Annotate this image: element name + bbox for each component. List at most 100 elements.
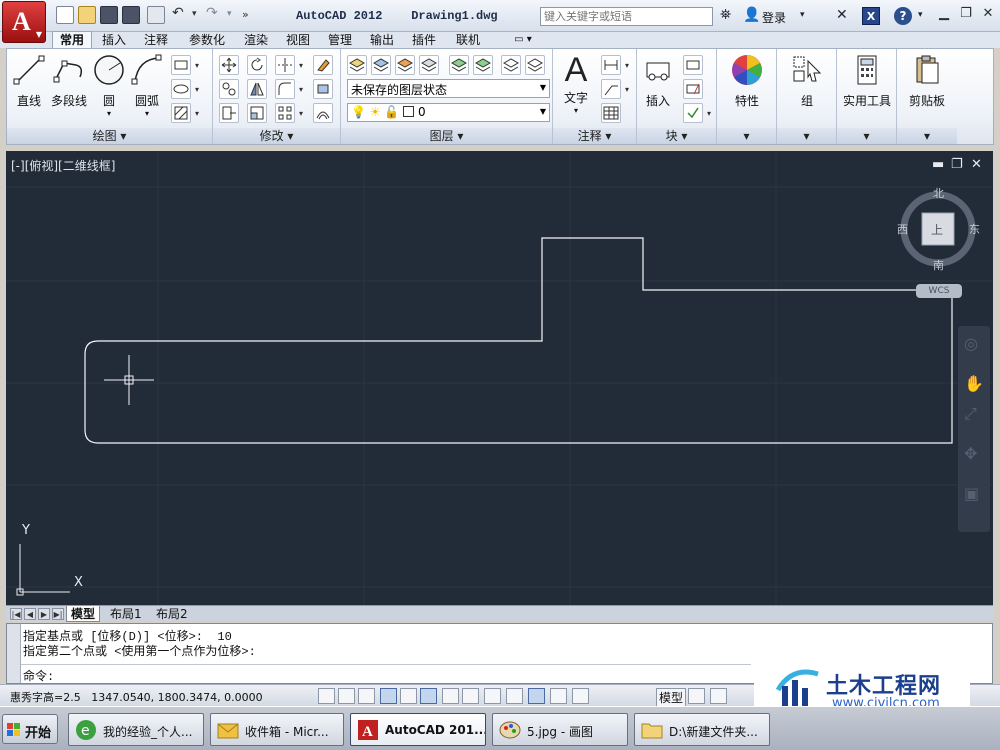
utilities-tool[interactable]: 实用工具 (839, 53, 895, 109)
line-tool[interactable]: 直线 (11, 53, 47, 109)
text-tool[interactable]: A 文字 ▾ (557, 53, 595, 115)
compass-east[interactable]: 东 (969, 221, 980, 237)
explode-icon[interactable] (313, 79, 333, 99)
help-icon[interactable]: ? (894, 7, 912, 25)
text-dropdown-icon[interactable]: ▾ (557, 106, 595, 115)
compass-west[interactable]: 西 (897, 221, 908, 237)
quick-view-layouts-icon[interactable] (688, 688, 705, 704)
utilities-group-dropdown[interactable]: ▾ (837, 128, 896, 144)
undo-icon[interactable]: ↶ (172, 5, 184, 21)
help-dropdown-icon[interactable]: ▾ (918, 10, 923, 20)
layer-isolate-icon[interactable] (395, 55, 415, 75)
binoculars-icon[interactable]: ⛯ (720, 7, 731, 23)
tab-parametric[interactable]: 参数化 (182, 32, 232, 48)
undo-dropdown-icon[interactable]: ▾ (192, 9, 197, 19)
quick-view-drawings-icon[interactable] (710, 688, 727, 704)
circle-dropdown-icon[interactable]: ▾ (91, 109, 127, 118)
zoom-icon[interactable]: ⤢ (964, 404, 977, 424)
properties-group-dropdown[interactable]: ▾ (717, 128, 776, 144)
polyline-tool[interactable]: 多段线 (47, 53, 91, 109)
hatch-icon[interactable] (171, 103, 191, 123)
lineweight-icon[interactable] (528, 688, 545, 704)
restore-icon[interactable]: ❐ (956, 6, 976, 24)
minimize-icon[interactable]: ▁ (934, 6, 954, 24)
circle-tool[interactable]: 圆 ▾ (91, 53, 127, 118)
dynamic-ucs-icon[interactable] (484, 688, 501, 704)
taskbar-item-paint[interactable]: 5.jpg - 画图 (492, 713, 628, 746)
start-button[interactable]: 开始 (2, 714, 59, 744)
snap-mode-icon[interactable] (338, 688, 355, 704)
exchange-apps-icon[interactable]: ✕ (836, 7, 848, 23)
model-space-button[interactable]: 模型 (656, 688, 687, 707)
taskbar-item-autocad[interactable]: A AutoCAD 201... (350, 713, 486, 746)
lightbulb-icon[interactable]: 💡 (351, 105, 366, 119)
move-icon[interactable] (219, 55, 239, 75)
tab-layout1[interactable]: 布局1 (106, 606, 146, 622)
layer-combo[interactable]: 💡 ☀ 🔓 0 ▼ (347, 103, 550, 122)
leader-icon[interactable] (601, 79, 621, 99)
unlock-icon[interactable]: 🔓 (384, 105, 399, 119)
rotate-icon[interactable] (247, 55, 267, 75)
block-group-label[interactable]: 块 ▾ (637, 128, 716, 144)
save-icon[interactable] (100, 6, 118, 24)
login-link[interactable]: 登录 (762, 9, 786, 26)
leader-dropdown-icon[interactable]: ▾ (625, 85, 629, 94)
prev-tab-icon[interactable]: ◀ (24, 608, 36, 620)
ellipse-icon[interactable] (171, 79, 191, 99)
view-cube-top-face[interactable]: 上 (931, 221, 943, 238)
3d-object-snap-icon[interactable] (442, 688, 459, 704)
rectangle-dropdown-icon[interactable]: ▾ (195, 61, 199, 70)
polar-tracking-icon[interactable] (400, 688, 417, 704)
draw-group-label[interactable]: 绘图 ▾ (7, 128, 212, 144)
arc-dropdown-icon[interactable]: ▾ (129, 109, 165, 118)
insert-block-tool[interactable]: 插入 (639, 53, 677, 109)
showmotion-icon[interactable]: ▣ (964, 484, 979, 503)
viewport-controls-label[interactable]: [-][俯视][二维线框] (11, 157, 115, 174)
object-snap-tracking-icon[interactable] (462, 688, 479, 704)
infer-constraints-icon[interactable] (318, 688, 335, 704)
print-icon[interactable] (147, 6, 165, 24)
attribute-dropdown-icon[interactable]: ▾ (707, 109, 711, 118)
tab-online[interactable]: 联机 (448, 32, 488, 48)
ribbon-minimize-toggle-icon[interactable]: ▭ ▾ (508, 32, 538, 48)
fillet-dropdown-icon[interactable]: ▾ (299, 85, 303, 94)
layer-unisolate-icon[interactable] (419, 55, 439, 75)
table-icon[interactable] (601, 103, 621, 123)
layers-group-label[interactable]: 图层 ▾ (341, 128, 552, 144)
last-tab-icon[interactable]: ▶| (52, 608, 64, 620)
taskbar-item-explorer[interactable]: D:\新建文件夹... (634, 713, 770, 746)
fillet-icon[interactable] (275, 79, 295, 99)
close-icon[interactable]: ✕ (978, 6, 998, 24)
dimension-icon[interactable] (601, 55, 621, 75)
redo-icon[interactable]: ↷ (206, 5, 218, 21)
compass-north[interactable]: 北 (933, 185, 944, 201)
copy-icon[interactable] (219, 79, 239, 99)
rectangle-icon[interactable] (171, 55, 191, 75)
tab-model[interactable]: 模型 (66, 606, 101, 622)
drawing-canvas[interactable]: [-][俯视][二维线框] ▬ ❐ ✕ 北 南 东 西 上 WCS ◎ ✋ ⤢ … (6, 151, 993, 620)
arc-tool[interactable]: 圆弧 ▾ (129, 53, 165, 118)
first-tab-icon[interactable]: |◀ (10, 608, 22, 620)
trim-icon[interactable] (275, 55, 295, 75)
wcs-menu[interactable]: WCS (916, 284, 962, 298)
dimension-dropdown-icon[interactable]: ▾ (625, 61, 629, 70)
tab-view[interactable]: 视图 (280, 32, 316, 48)
mirror-icon[interactable] (247, 79, 267, 99)
layer-off-icon[interactable] (525, 55, 545, 75)
layer-state-icon[interactable] (371, 55, 391, 75)
layer-state-combo[interactable]: 未保存的图层状态 ▼ (347, 79, 550, 98)
hatch-dropdown-icon[interactable]: ▾ (195, 109, 199, 118)
clipboard-group-dropdown[interactable]: ▾ (897, 128, 957, 144)
edit-block-icon[interactable] (683, 79, 703, 99)
pan-hand-icon[interactable]: ✋ (964, 374, 984, 393)
new-file-icon[interactable] (56, 6, 74, 24)
layer-properties-icon[interactable] (347, 55, 367, 75)
tab-plugins[interactable]: 插件 (406, 32, 442, 48)
clipboard-tool[interactable]: 剪贴板 (901, 53, 953, 109)
ortho-mode-icon[interactable] (380, 688, 397, 704)
array-dropdown-icon[interactable]: ▾ (299, 109, 303, 118)
sun-icon[interactable]: ☀ (370, 105, 381, 119)
scale-icon[interactable] (247, 103, 267, 123)
tab-insert[interactable]: 插入 (96, 32, 132, 48)
layer-previous-icon[interactable] (473, 55, 493, 75)
